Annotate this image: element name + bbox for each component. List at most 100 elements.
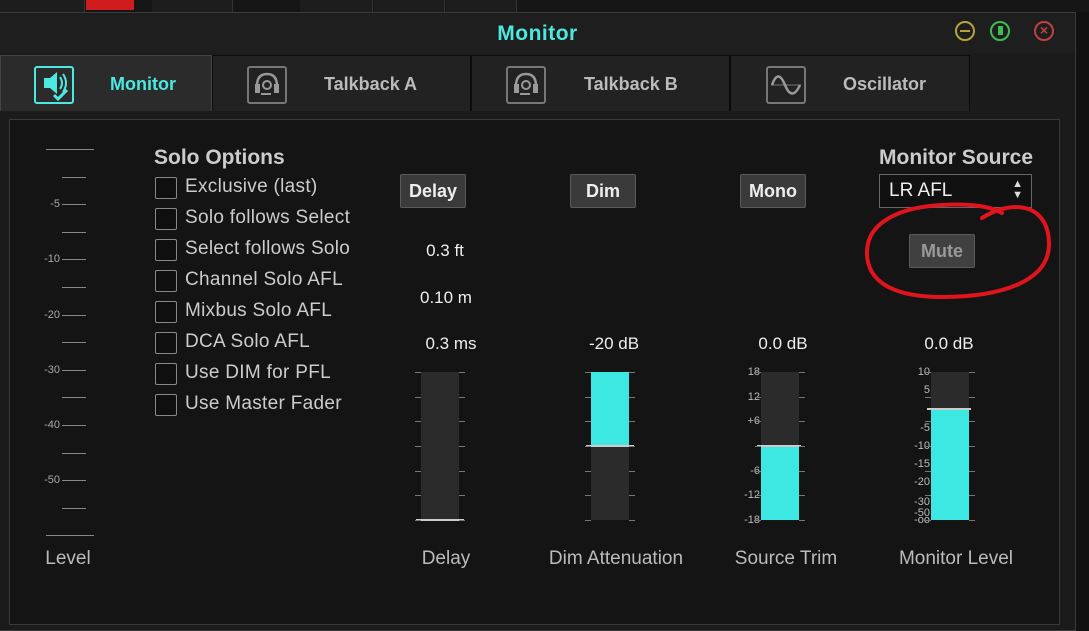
fader-tick <box>925 470 931 472</box>
toolbar-segment <box>300 0 373 12</box>
fader-tick <box>459 520 465 521</box>
tab-bar: Monitor Talkback A Talkback B Oscillator <box>0 55 1075 111</box>
solo-option-label[interactable]: Use DIM for PFL <box>185 362 331 384</box>
solo-option-checkbox[interactable] <box>155 394 177 416</box>
fader-tick <box>755 421 761 423</box>
sine-wave-icon <box>766 66 806 104</box>
solo-option-checkbox[interactable] <box>155 270 177 292</box>
fader-tick <box>629 421 635 423</box>
solo-option-checkbox[interactable] <box>155 363 177 385</box>
level-tick-label: -5 <box>50 198 60 211</box>
close-icon[interactable]: × <box>1034 21 1054 41</box>
solo-option-checkbox[interactable] <box>155 208 177 230</box>
level-tick <box>62 231 86 233</box>
tab-monitor[interactable]: Monitor <box>0 55 212 111</box>
scale-label: 5 <box>923 383 930 396</box>
fader-tick <box>585 495 591 497</box>
fader-tick <box>969 495 975 497</box>
monitor-source-title: Monitor Source <box>879 146 1034 169</box>
level-tick-label: -40 <box>44 419 60 431</box>
fader-tick <box>459 495 465 497</box>
fader-tick <box>925 446 931 447</box>
solo-option-label[interactable]: Channel Solo AFL <box>185 269 343 291</box>
speaker-check-icon <box>34 66 74 104</box>
tab-talkback-b[interactable]: Talkback B <box>471 55 730 111</box>
solo-option-checkbox[interactable] <box>155 177 177 199</box>
fader-tick <box>799 446 805 447</box>
tab-label: Talkback B <box>584 74 678 94</box>
headset-icon <box>247 66 287 104</box>
delay-button[interactable]: Delay <box>400 174 466 208</box>
solo-options-title: Solo Options <box>154 146 285 169</box>
source-trim-label: Source Trim <box>734 548 838 569</box>
scale-label: -5 <box>920 422 930 435</box>
title-bar[interactable]: Monitor × <box>0 13 1075 53</box>
mono-button[interactable]: Mono <box>740 174 806 208</box>
solo-option-checkbox[interactable] <box>155 239 177 261</box>
fader-tick <box>755 520 761 521</box>
fader-tick <box>629 446 635 447</box>
level-tick <box>62 425 86 426</box>
fader-tick <box>459 421 465 423</box>
delay-feet-value: 0.3 ft <box>426 241 464 260</box>
solo-option-label[interactable]: Use Master Fader <box>185 393 342 415</box>
solo-option-label[interactable]: Solo follows Select <box>185 207 350 229</box>
solo-option-checkbox[interactable] <box>155 332 177 354</box>
fader-fill <box>761 446 799 520</box>
fader-handle[interactable] <box>757 445 801 447</box>
dim-fader[interactable] <box>586 372 634 520</box>
fader-tick <box>415 520 421 521</box>
dim-value: -20 dB <box>588 334 640 353</box>
fader-tick <box>415 495 421 497</box>
fader-handle[interactable] <box>416 519 464 521</box>
fader-tick <box>629 520 635 521</box>
solo-option-label[interactable]: Select follows Solo <box>185 238 350 260</box>
minimize-icon[interactable] <box>955 21 975 41</box>
dim-button[interactable]: Dim <box>570 174 636 208</box>
level-tick <box>62 369 86 371</box>
fader-tick <box>585 446 591 447</box>
fader-tick <box>969 470 975 472</box>
delay-fader[interactable] <box>416 372 464 521</box>
dim-attenuation-label: Dim Attenuation <box>548 548 684 569</box>
fader-tick <box>585 470 591 472</box>
fader-tick <box>925 421 931 423</box>
delay-label: Delay <box>421 548 471 569</box>
fader-tick <box>415 421 421 423</box>
scale-label: -20 <box>914 475 930 488</box>
tab-label: Talkback A <box>324 74 418 94</box>
fader-tick <box>799 520 805 521</box>
fader-handle[interactable] <box>927 408 971 410</box>
monitor-level-value: 0.0 dB <box>924 334 974 353</box>
fader-tick <box>459 372 465 373</box>
fader-tick <box>799 470 805 472</box>
level-label: Level <box>45 548 91 569</box>
pin-icon[interactable] <box>990 21 1010 41</box>
fader-handle[interactable] <box>586 445 634 447</box>
fader-tick <box>799 495 805 497</box>
fader-tick <box>925 520 931 521</box>
solo-option-label[interactable]: Exclusive (last) <box>185 176 318 198</box>
tab-label: Oscillator <box>843 74 927 94</box>
solo-option-checkbox[interactable] <box>155 301 177 323</box>
solo-option-label[interactable]: Mixbus Solo AFL <box>185 300 332 322</box>
tab-oscillator[interactable]: Oscillator <box>730 55 970 111</box>
headset-icon <box>506 66 546 104</box>
fader-tick <box>585 396 591 398</box>
monitor-source-select[interactable]: LR AFL ▲ ▼ <box>879 174 1032 208</box>
fader-tick <box>969 446 975 447</box>
level-tick-label: -10 <box>44 253 60 266</box>
delay-meters-value: 0.10 m <box>420 288 472 307</box>
level-tick <box>46 149 94 150</box>
tab-talkback-a[interactable]: Talkback A <box>212 55 471 111</box>
fader-tick <box>459 470 465 472</box>
fader-tick <box>415 470 421 472</box>
monitor-level-fader[interactable] <box>927 372 971 520</box>
monitor-level-label: Monitor Level <box>898 548 1014 569</box>
fader-tick <box>969 520 975 521</box>
solo-option-label[interactable]: DCA Solo AFL <box>185 331 310 353</box>
fader-tick <box>755 372 761 373</box>
mute-button[interactable]: Mute <box>909 234 975 268</box>
fader-tick <box>799 372 805 373</box>
source-trim-fader[interactable] <box>757 372 801 520</box>
